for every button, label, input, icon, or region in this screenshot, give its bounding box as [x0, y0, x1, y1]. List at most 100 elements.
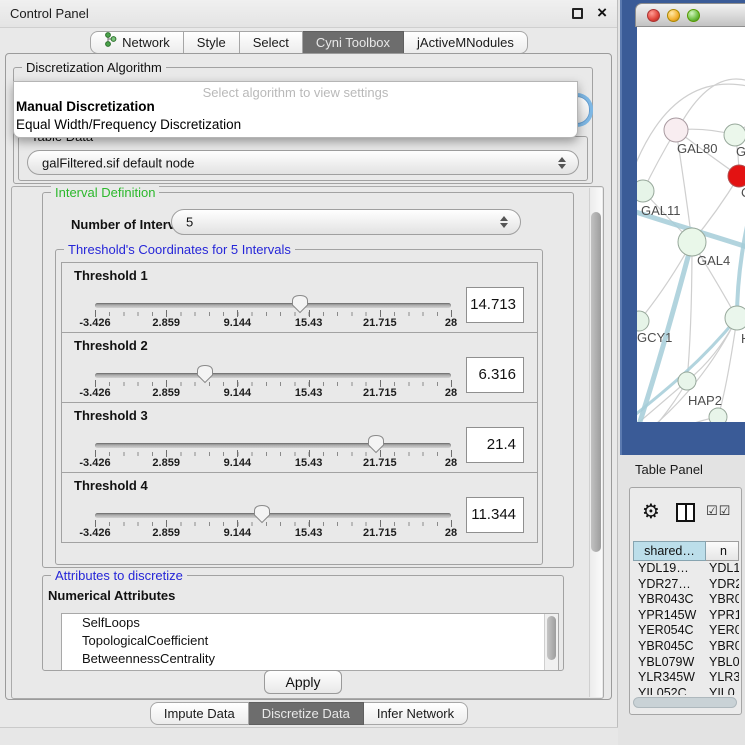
tick-label: 2.859	[152, 387, 180, 399]
network-node[interactable]	[725, 306, 745, 330]
network-node[interactable]	[724, 124, 745, 146]
slider-thumb[interactable]	[196, 364, 214, 384]
cell-name: YIL0	[706, 686, 739, 695]
tab-discretize-data[interactable]: Discretize Data	[249, 702, 364, 725]
interval-definition-group: Interval Definition Number of Intervals …	[42, 192, 574, 568]
tick-label: 28	[445, 387, 457, 399]
list-scrollbar[interactable]	[544, 614, 558, 670]
tab-style[interactable]: Style	[184, 31, 240, 54]
column-layout-icon[interactable]	[676, 503, 695, 522]
network-node[interactable]	[678, 372, 696, 390]
network-node[interactable]	[728, 165, 745, 187]
group-title: Threshold's Coordinates for 5 Intervals	[64, 242, 295, 257]
slider-track[interactable]	[95, 373, 451, 378]
settings-scrollbar[interactable]	[589, 188, 602, 697]
network-node[interactable]	[637, 311, 649, 331]
control-panel-footer	[0, 727, 618, 745]
algorithm-dropdown-popup: Select algorithm to view settings Manual…	[13, 81, 578, 138]
numerical-attributes-list: SelfLoops TopologicalCoefficient Between…	[61, 613, 559, 671]
network-node[interactable]	[664, 118, 688, 142]
gear-icon[interactable]: ⚙	[642, 499, 660, 523]
apply-button[interactable]: Apply	[264, 670, 342, 694]
table-data-combo[interactable]: galFiltered.sif default node	[27, 150, 579, 175]
cell-name: YPR1	[706, 608, 739, 624]
tab-select[interactable]: Select	[240, 31, 303, 54]
slider-thumb[interactable]	[253, 504, 271, 524]
major-tick	[237, 380, 238, 387]
major-tick	[166, 310, 167, 317]
table-header-row: shared… n	[633, 541, 739, 561]
slider-thumb[interactable]	[291, 294, 309, 314]
table-row[interactable]: YBR043CYBR0	[633, 592, 739, 608]
threshold-value-field[interactable]: 6.316	[466, 357, 524, 393]
tick-label: 9.144	[224, 387, 252, 399]
table-row[interactable]: YBL079WYBL0	[633, 655, 739, 671]
slider-thumb[interactable]	[367, 434, 385, 454]
slider-track[interactable]	[95, 303, 451, 308]
table-row[interactable]: YLR345WYLR3	[633, 670, 739, 686]
tick-label: 15.43	[295, 457, 323, 469]
cell-shared-name: YDR27…	[633, 577, 706, 593]
tab-impute-data[interactable]: Impute Data	[150, 702, 249, 725]
table-body: YDL19…YDL1YDR27…YDR2YBR043CYBR0YPR145WYP…	[633, 561, 739, 695]
threshold-value-field[interactable]: 14.713	[466, 287, 524, 323]
cell-name: YBR0	[706, 639, 739, 655]
tab-network[interactable]: Network	[90, 31, 184, 54]
cell-shared-name: YBL079W	[633, 655, 706, 671]
thresholds-group: Threshold's Coordinates for 5 Intervals …	[55, 249, 543, 565]
tick-label: 15.43	[295, 317, 323, 329]
tab-cyni-toolbox[interactable]: Cyni Toolbox	[303, 31, 404, 54]
table-row[interactable]: YIL052CYIL0	[633, 686, 739, 695]
table-row[interactable]: YER054CYER0	[633, 623, 739, 639]
threshold-panel: Threshold 4-3.4262.8599.14415.4321.71528…	[61, 472, 538, 543]
network-node[interactable]	[709, 408, 727, 422]
tab-label: Discretize Data	[262, 703, 350, 724]
major-tick	[237, 520, 238, 527]
top-tab-bar: Network Style Select Cyni Toolbox jActiv…	[0, 31, 618, 54]
major-tick	[309, 520, 310, 527]
group-title: Discretization Algorithm	[22, 60, 166, 75]
minimize-traffic-light-icon[interactable]	[667, 9, 680, 22]
tab-infer-network[interactable]: Infer Network	[364, 702, 468, 725]
threshold-value-field[interactable]: 21.4	[466, 427, 524, 463]
table-row[interactable]: YDL19…YDL1	[633, 561, 739, 577]
scrollbar-thumb[interactable]	[591, 212, 601, 552]
column-header-shared[interactable]: shared…	[633, 541, 706, 561]
attribute-item[interactable]: TopologicalCoefficient	[62, 632, 558, 650]
slider-track[interactable]	[95, 513, 451, 518]
tab-jactivemnodules[interactable]: jActiveMNodules	[404, 31, 528, 54]
threshold-panel: Threshold 1-3.4262.8599.14415.4321.71528…	[61, 262, 538, 333]
threshold-value-field[interactable]: 11.344	[466, 497, 524, 533]
close-traffic-light-icon[interactable]	[647, 9, 660, 22]
popup-option-manual[interactable]: Manual Discretization	[16, 99, 155, 114]
table-row[interactable]: YPR145WYPR1	[633, 608, 739, 624]
table-row[interactable]: YDR27…YDR2	[633, 577, 739, 593]
tick-label: 21.715	[363, 527, 397, 539]
float-window-icon[interactable]	[572, 8, 583, 19]
number-of-intervals-combo[interactable]: 5	[171, 209, 521, 235]
network-edge[interactable]	[637, 417, 718, 422]
attribute-item[interactable]: SelfLoops	[62, 614, 558, 632]
checkbox-filter-icons[interactable]: ☑☑	[706, 504, 731, 519]
tab-label: Network	[122, 32, 170, 53]
major-tick	[95, 520, 96, 527]
table-row[interactable]: YBR045CYBR0	[633, 639, 739, 655]
column-header-name[interactable]: n	[706, 541, 739, 561]
network-window-titlebar[interactable]	[635, 3, 745, 27]
network-node[interactable]	[678, 228, 706, 256]
horizontal-scrollbar[interactable]	[633, 697, 737, 708]
attribute-item[interactable]: BetweennessCentrality	[62, 650, 558, 668]
threshold-label: Threshold 2	[74, 338, 148, 353]
network-canvas[interactable]: GAL80GACGAL11GAL4GCY1HHAP2	[637, 27, 745, 422]
slider-track[interactable]	[95, 443, 451, 448]
close-icon[interactable]: ×	[597, 3, 607, 23]
popup-option-equal-width[interactable]: Equal Width/Frequency Discretization	[16, 117, 241, 132]
tick-label: 9.144	[224, 457, 252, 469]
network-node[interactable]	[637, 180, 654, 202]
group-title: Attributes to discretize	[51, 568, 187, 583]
zoom-traffic-light-icon[interactable]	[687, 9, 700, 22]
network-view-frame: GAL80GACGAL11GAL4GCY1HHAP2	[620, 0, 745, 455]
slider-ticks	[95, 312, 452, 316]
network-icon	[104, 32, 117, 53]
settings-scroll-panel: Interval Definition Number of Intervals …	[11, 186, 604, 699]
